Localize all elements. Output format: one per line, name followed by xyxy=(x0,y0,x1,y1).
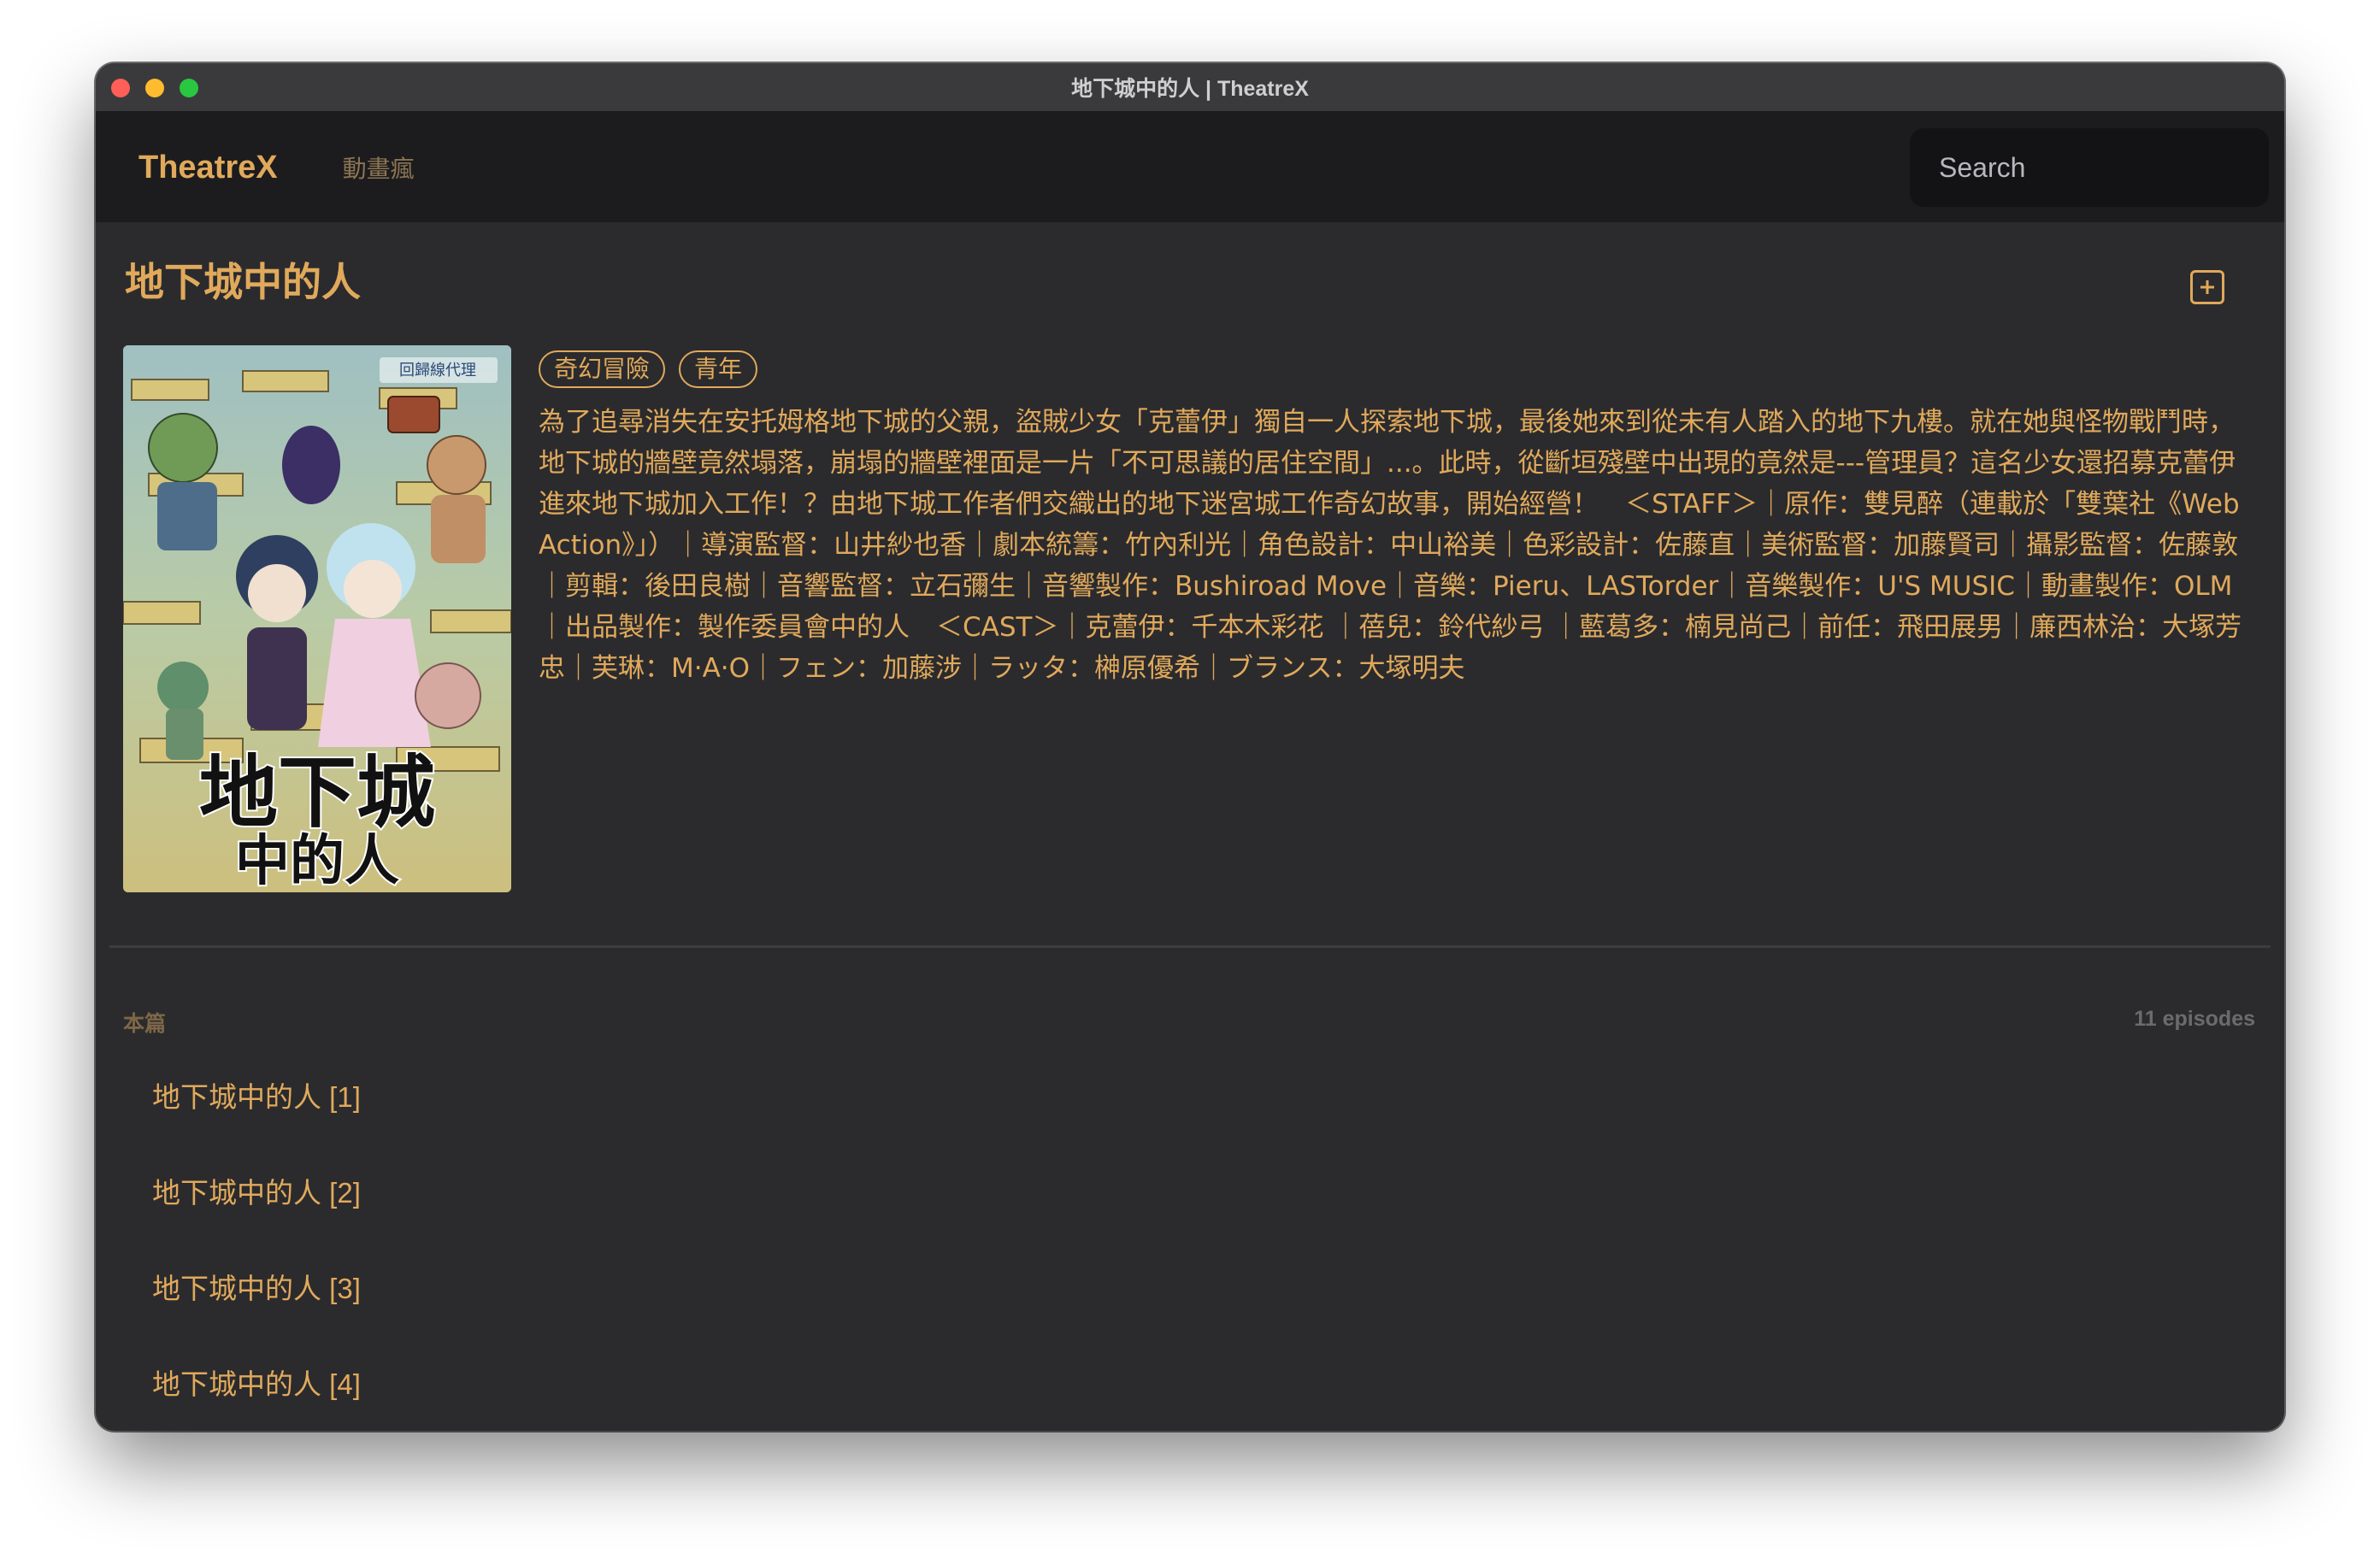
show-description: 為了追尋消失在安托姆格地下城的父親，盜賊少女「克蕾伊」獨自一人探索地下城，最後她… xyxy=(539,407,2242,684)
plus-square-icon xyxy=(2200,280,2214,294)
poster-artwork: 回歸線代理 地下城 中的人 xyxy=(123,345,511,892)
zoom-window-button[interactable] xyxy=(180,79,198,97)
episode-list: 地下城中的人 [1] 地下城中的人 [2] 地下城中的人 [3] 地下城中的人 … xyxy=(152,1050,361,1431)
minimize-window-button[interactable] xyxy=(145,79,164,97)
search-input[interactable] xyxy=(1910,128,2269,207)
genre-tag[interactable]: 奇幻冒險 xyxy=(539,350,666,388)
navbar: TheatreX 動畫瘋 xyxy=(96,113,2284,222)
add-to-list-button[interactable] xyxy=(2190,270,2224,304)
close-window-button[interactable] xyxy=(111,79,130,97)
app-window: 地下城中的人 | TheatreX TheatreX 動畫瘋 地下城中的人 xyxy=(96,63,2284,1431)
poster-image: 回歸線代理 地下城 中的人 xyxy=(123,345,511,892)
poster-title-line1: 地下城 xyxy=(199,747,435,838)
main-content: 地下城中的人 回歸線代理 地下城 中的人 奇幻冒險 青年 為了追尋消失在安托姆格… xyxy=(96,222,2284,1431)
nav-link-anime[interactable]: 動畫瘋 xyxy=(343,150,415,185)
window-controls xyxy=(111,79,198,97)
episode-item[interactable]: 地下城中的人 [2] xyxy=(152,1145,361,1241)
title-bar: 地下城中的人 | TheatreX xyxy=(96,63,2284,113)
episode-section-label: 本篇 xyxy=(123,1012,167,1036)
section-divider xyxy=(109,945,2271,948)
episode-item[interactable]: 地下城中的人 [1] xyxy=(152,1050,361,1145)
genre-tag[interactable]: 青年 xyxy=(679,350,758,388)
show-info: 奇幻冒險 青年 為了追尋消失在安托姆格地下城的父親，盜賊少女「克蕾伊」獨自一人探… xyxy=(539,350,2250,689)
episode-item[interactable]: 地下城中的人 [4] xyxy=(152,1337,361,1431)
poster-badge: 回歸線代理 xyxy=(399,362,476,379)
episode-item[interactable]: 地下城中的人 [3] xyxy=(152,1241,361,1337)
episode-count: 11 episodes xyxy=(2134,1007,2255,1031)
page-title: 地下城中的人 xyxy=(125,260,361,304)
poster-title-line2: 中的人 xyxy=(235,830,399,892)
tag-list: 奇幻冒險 青年 xyxy=(539,350,2250,388)
brand-link[interactable]: TheatreX xyxy=(138,150,278,186)
window-title: 地下城中的人 | TheatreX xyxy=(1071,77,1309,101)
